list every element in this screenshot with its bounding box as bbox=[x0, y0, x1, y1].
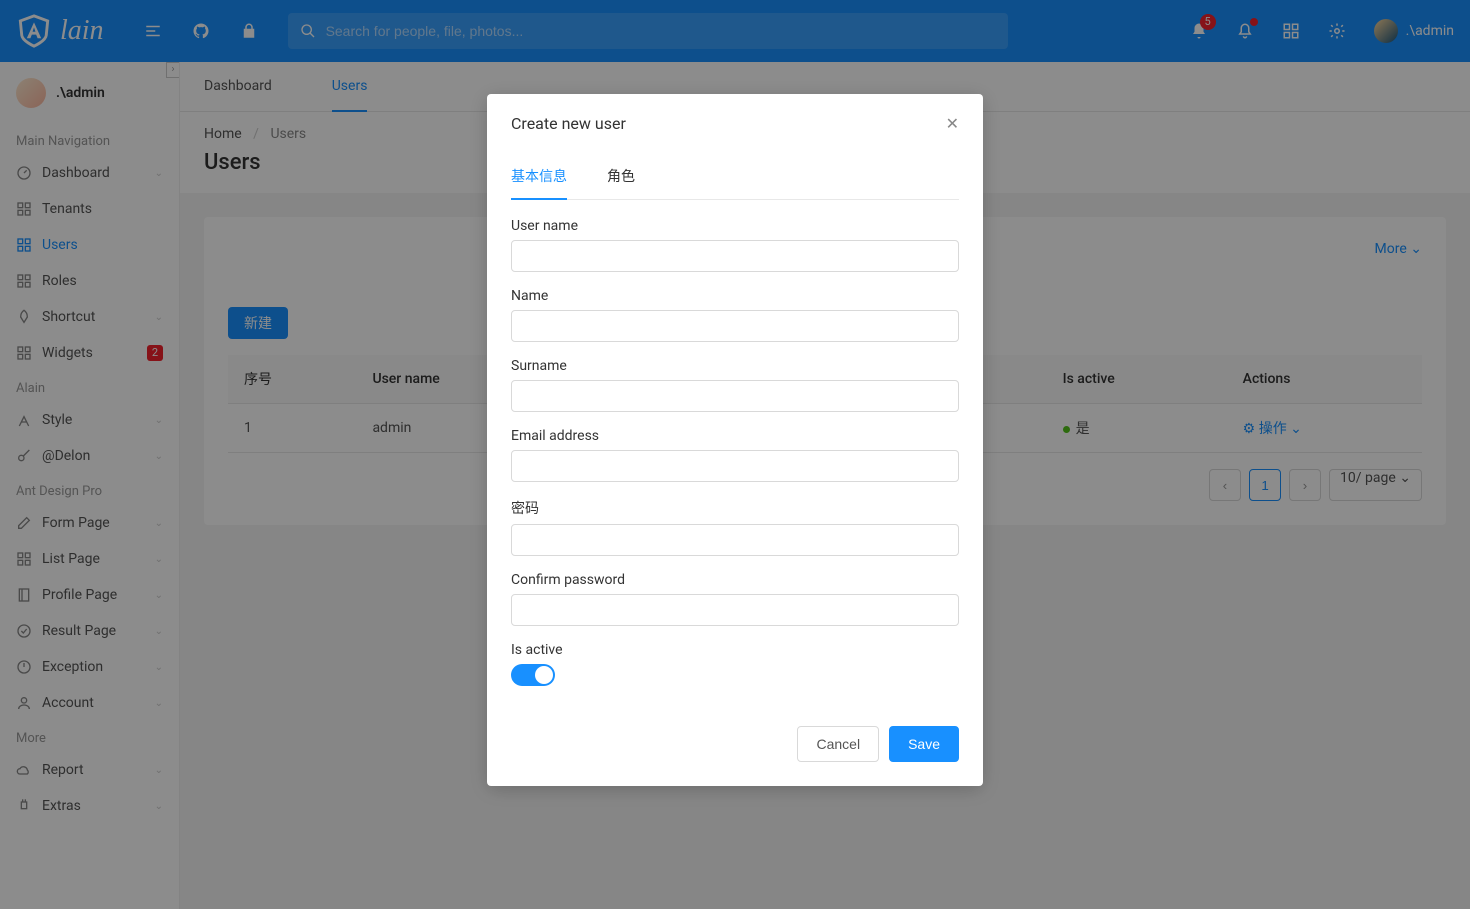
modal-title: Create new user bbox=[511, 114, 626, 133]
label-confirm-password: Confirm password bbox=[511, 572, 959, 588]
label-email: Email address bbox=[511, 428, 959, 444]
label-username: User name bbox=[511, 218, 959, 234]
name-field[interactable] bbox=[511, 310, 959, 342]
username-field[interactable] bbox=[511, 240, 959, 272]
create-user-modal: Create new user ✕ 基本信息 角色 User name Name… bbox=[487, 94, 983, 786]
label-password: 密码 bbox=[511, 498, 959, 518]
email-field[interactable] bbox=[511, 450, 959, 482]
tab-roles[interactable]: 角色 bbox=[607, 166, 635, 199]
cancel-button[interactable]: Cancel bbox=[797, 726, 879, 762]
label-name: Name bbox=[511, 288, 959, 304]
close-icon[interactable]: ✕ bbox=[946, 114, 959, 133]
modal-tabs: 基本信息 角色 bbox=[511, 154, 959, 200]
tab-basic-info[interactable]: 基本信息 bbox=[511, 166, 567, 200]
surname-field[interactable] bbox=[511, 380, 959, 412]
confirm-password-field[interactable] bbox=[511, 594, 959, 626]
is-active-toggle[interactable] bbox=[511, 664, 555, 686]
password-field[interactable] bbox=[511, 524, 959, 556]
label-is-active: Is active bbox=[511, 642, 959, 658]
label-surname: Surname bbox=[511, 358, 959, 374]
save-button[interactable]: Save bbox=[889, 726, 959, 762]
